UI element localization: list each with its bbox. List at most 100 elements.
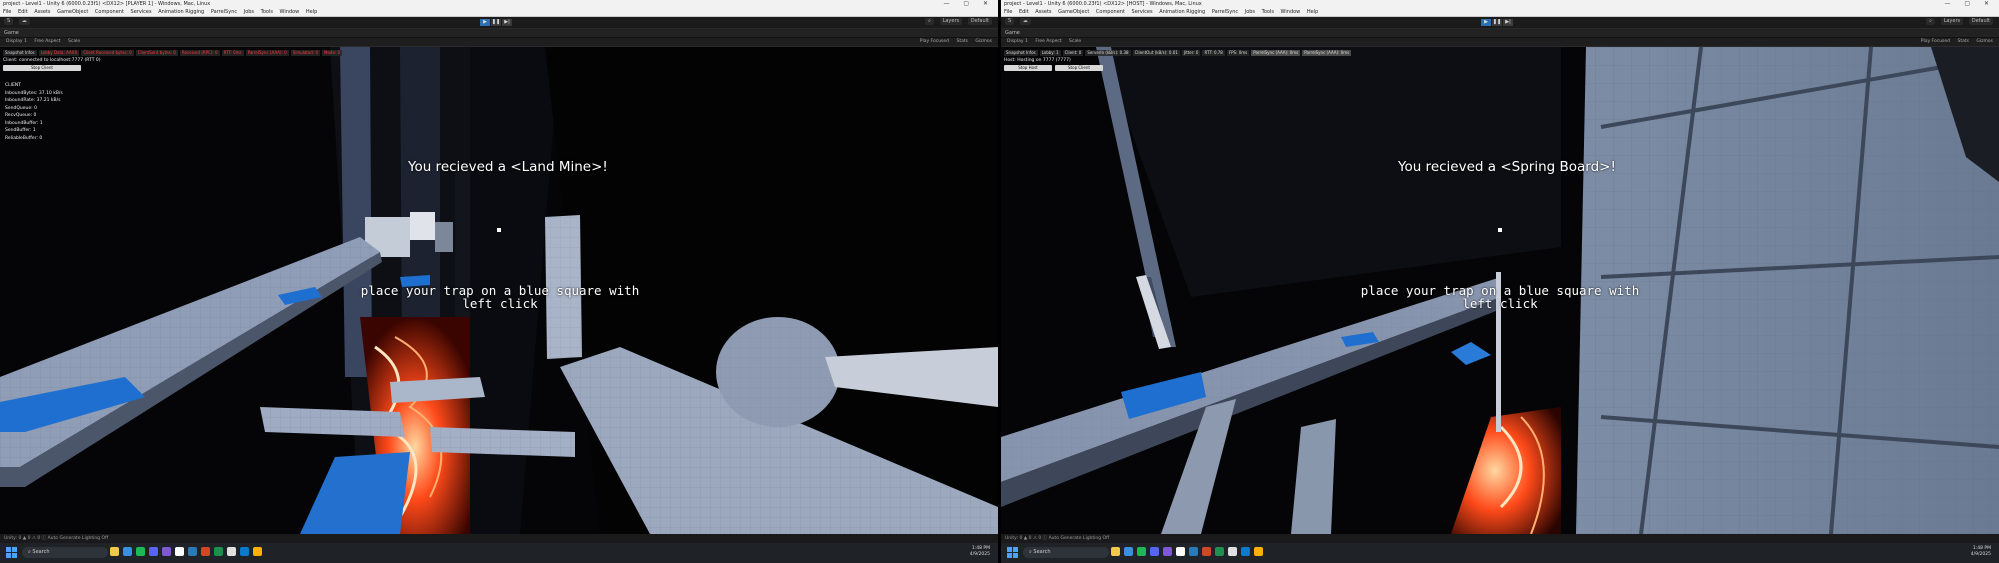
taskbar-search[interactable]: ⌕ Search — [22, 547, 108, 558]
play-button[interactable]: ▶ — [1481, 19, 1491, 26]
excel-icon[interactable] — [1215, 547, 1224, 556]
browser-icon[interactable] — [123, 547, 132, 556]
discord-icon[interactable] — [1150, 547, 1159, 556]
menu-item-gameobject[interactable]: GameObject — [1058, 9, 1089, 15]
play-focused-dropdown[interactable]: Play Focused — [1921, 39, 1950, 44]
cloud-icon[interactable]: ☁ — [1019, 18, 1031, 25]
console-summary[interactable]: Unity: 0 ▲ 0 ⚠ 0 ⓘ Auto Generate Lightin… — [1005, 536, 1109, 541]
chrome-icon[interactable] — [253, 547, 262, 556]
visual-studio-icon[interactable] — [1163, 547, 1172, 556]
menu-item-jobs[interactable]: Jobs — [244, 9, 254, 15]
menu-item-edit[interactable]: Edit — [18, 9, 28, 15]
snapshot-seg: RTT: 0ms — [221, 50, 244, 56]
menu-item-assets[interactable]: Assets — [1035, 9, 1051, 15]
scale-slider-label[interactable]: Scale — [68, 39, 80, 44]
menu-item-help[interactable]: Help — [1307, 9, 1318, 15]
stats-toggle[interactable]: Stats — [1957, 39, 1969, 44]
play-controls: ▶ ❚❚ ▶| — [1481, 19, 1513, 26]
menu-item-animation-rigging[interactable]: Animation Rigging — [1159, 9, 1205, 15]
main-toolbar: S ☁ ▶ ❚❚ ▶| ⌕ Layers Default — [1001, 17, 1999, 29]
search-icon[interactable]: ⌕ — [925, 18, 934, 25]
system-tray[interactable]: 1:48 PM 4/9/2025 — [970, 546, 990, 558]
game-viewport[interactable]: Snapshot Infos Lobby Data: AAXX Client R… — [0, 47, 998, 534]
window-controls[interactable]: — ▢ ✕ — [943, 0, 994, 8]
excel-icon[interactable] — [214, 547, 223, 556]
file-explorer-icon[interactable] — [1111, 547, 1120, 556]
browser-icon[interactable] — [1124, 547, 1133, 556]
menu-item-help[interactable]: Help — [306, 9, 317, 15]
account-button[interactable]: S — [4, 18, 14, 25]
taskbar-search[interactable]: ⌕ Search — [1023, 547, 1109, 558]
pause-button[interactable]: ❚❚ — [1492, 19, 1502, 26]
tab-game[interactable]: Game — [1001, 29, 1999, 37]
step-button[interactable]: ▶| — [502, 19, 512, 26]
menu-item-gameobject[interactable]: GameObject — [57, 9, 88, 15]
menu-item-component[interactable]: Component — [95, 9, 124, 15]
game-viewport[interactable]: Snapshot Infos Lobby: 1 Client: 0 Server… — [1001, 47, 1999, 534]
steam-icon[interactable] — [188, 547, 197, 556]
display-dropdown[interactable]: Display 1 — [1007, 39, 1028, 44]
menu-item-services[interactable]: Services — [131, 9, 152, 15]
aspect-dropdown[interactable]: Free Aspect — [34, 39, 60, 44]
discord-icon[interactable] — [149, 547, 158, 556]
snapshot-info-bar: Snapshot Infos Lobby Data: AAXX Client R… — [3, 50, 343, 56]
cloud-icon[interactable]: ☁ — [18, 18, 30, 25]
menu-item-window[interactable]: Window — [280, 9, 300, 15]
snapshot-info-bar: Snapshot Infos Lobby: 1 Client: 0 Server… — [1004, 50, 1352, 56]
spotify-icon[interactable] — [1137, 547, 1146, 556]
menu-item-tools[interactable]: Tools — [1262, 9, 1274, 15]
vscode-icon[interactable] — [240, 547, 249, 556]
menu-item-file[interactable]: File — [3, 9, 11, 15]
aspect-dropdown[interactable]: Free Aspect — [1035, 39, 1061, 44]
window-controls[interactable]: — ▢ ✕ — [1944, 0, 1995, 8]
visual-studio-icon[interactable] — [162, 547, 171, 556]
step-button[interactable]: ▶| — [1503, 19, 1513, 26]
gizmos-toggle[interactable]: Gizmos — [1976, 39, 1993, 44]
scale-slider-label[interactable]: Scale — [1069, 39, 1081, 44]
taskbar-search-label: Search — [32, 549, 50, 555]
tab-game[interactable]: Game — [0, 29, 998, 37]
menu-item-jobs[interactable]: Jobs — [1245, 9, 1255, 15]
menu-item-edit[interactable]: Edit — [1019, 9, 1029, 15]
menu-item-animation-rigging[interactable]: Animation Rigging — [158, 9, 204, 15]
layout-dropdown[interactable]: Default — [967, 18, 992, 25]
terminal-icon[interactable] — [1228, 547, 1237, 556]
display-dropdown[interactable]: Display 1 — [6, 39, 27, 44]
layers-dropdown[interactable]: Layers — [1940, 18, 1964, 25]
file-explorer-icon[interactable] — [110, 547, 119, 556]
menu-item-window[interactable]: Window — [1281, 9, 1301, 15]
stats-toggle[interactable]: Stats — [956, 39, 968, 44]
spotify-icon[interactable] — [136, 547, 145, 556]
stop-client-button[interactable]: Stop Client — [1055, 65, 1103, 71]
stop-host-button[interactable]: Stop Host — [1004, 65, 1052, 71]
menu-item-component[interactable]: Component — [1096, 9, 1125, 15]
chrome-icon[interactable] — [1254, 547, 1263, 556]
office-icon[interactable] — [201, 547, 210, 556]
windows-start-icon[interactable] — [1007, 547, 1018, 558]
menu-item-file[interactable]: File — [1004, 9, 1012, 15]
unity-icon[interactable] — [1176, 547, 1185, 556]
menu-item-parrelsync[interactable]: ParrelSync — [211, 9, 237, 15]
layout-dropdown[interactable]: Default — [1968, 18, 1993, 25]
terminal-icon[interactable] — [227, 547, 236, 556]
windows-start-icon[interactable] — [6, 547, 17, 558]
layers-dropdown[interactable]: Layers — [939, 18, 963, 25]
play-button[interactable]: ▶ — [480, 19, 490, 26]
menu-item-tools[interactable]: Tools — [261, 9, 273, 15]
play-focused-dropdown[interactable]: Play Focused — [920, 39, 949, 44]
trap-received-banner: You recieved a <Land Mine>! — [408, 159, 608, 175]
gizmos-toggle[interactable]: Gizmos — [975, 39, 992, 44]
unity-icon[interactable] — [175, 547, 184, 556]
steam-icon[interactable] — [1189, 547, 1198, 556]
search-icon[interactable]: ⌕ — [1926, 18, 1935, 25]
vscode-icon[interactable] — [1241, 547, 1250, 556]
pause-button[interactable]: ❚❚ — [491, 19, 501, 26]
account-button[interactable]: S — [1005, 18, 1015, 25]
system-tray[interactable]: 1:48 PM 4/9/2025 — [1971, 546, 1991, 558]
menu-item-assets[interactable]: Assets — [34, 9, 50, 15]
stop-client-button[interactable]: Stop Client — [3, 65, 81, 71]
menu-item-services[interactable]: Services — [1132, 9, 1153, 15]
console-summary[interactable]: Unity: 0 ▲ 0 ⚠ 0 ⓘ Auto Generate Lightin… — [4, 536, 108, 541]
office-icon[interactable] — [1202, 547, 1211, 556]
menu-item-parrelsync[interactable]: ParrelSync — [1212, 9, 1238, 15]
